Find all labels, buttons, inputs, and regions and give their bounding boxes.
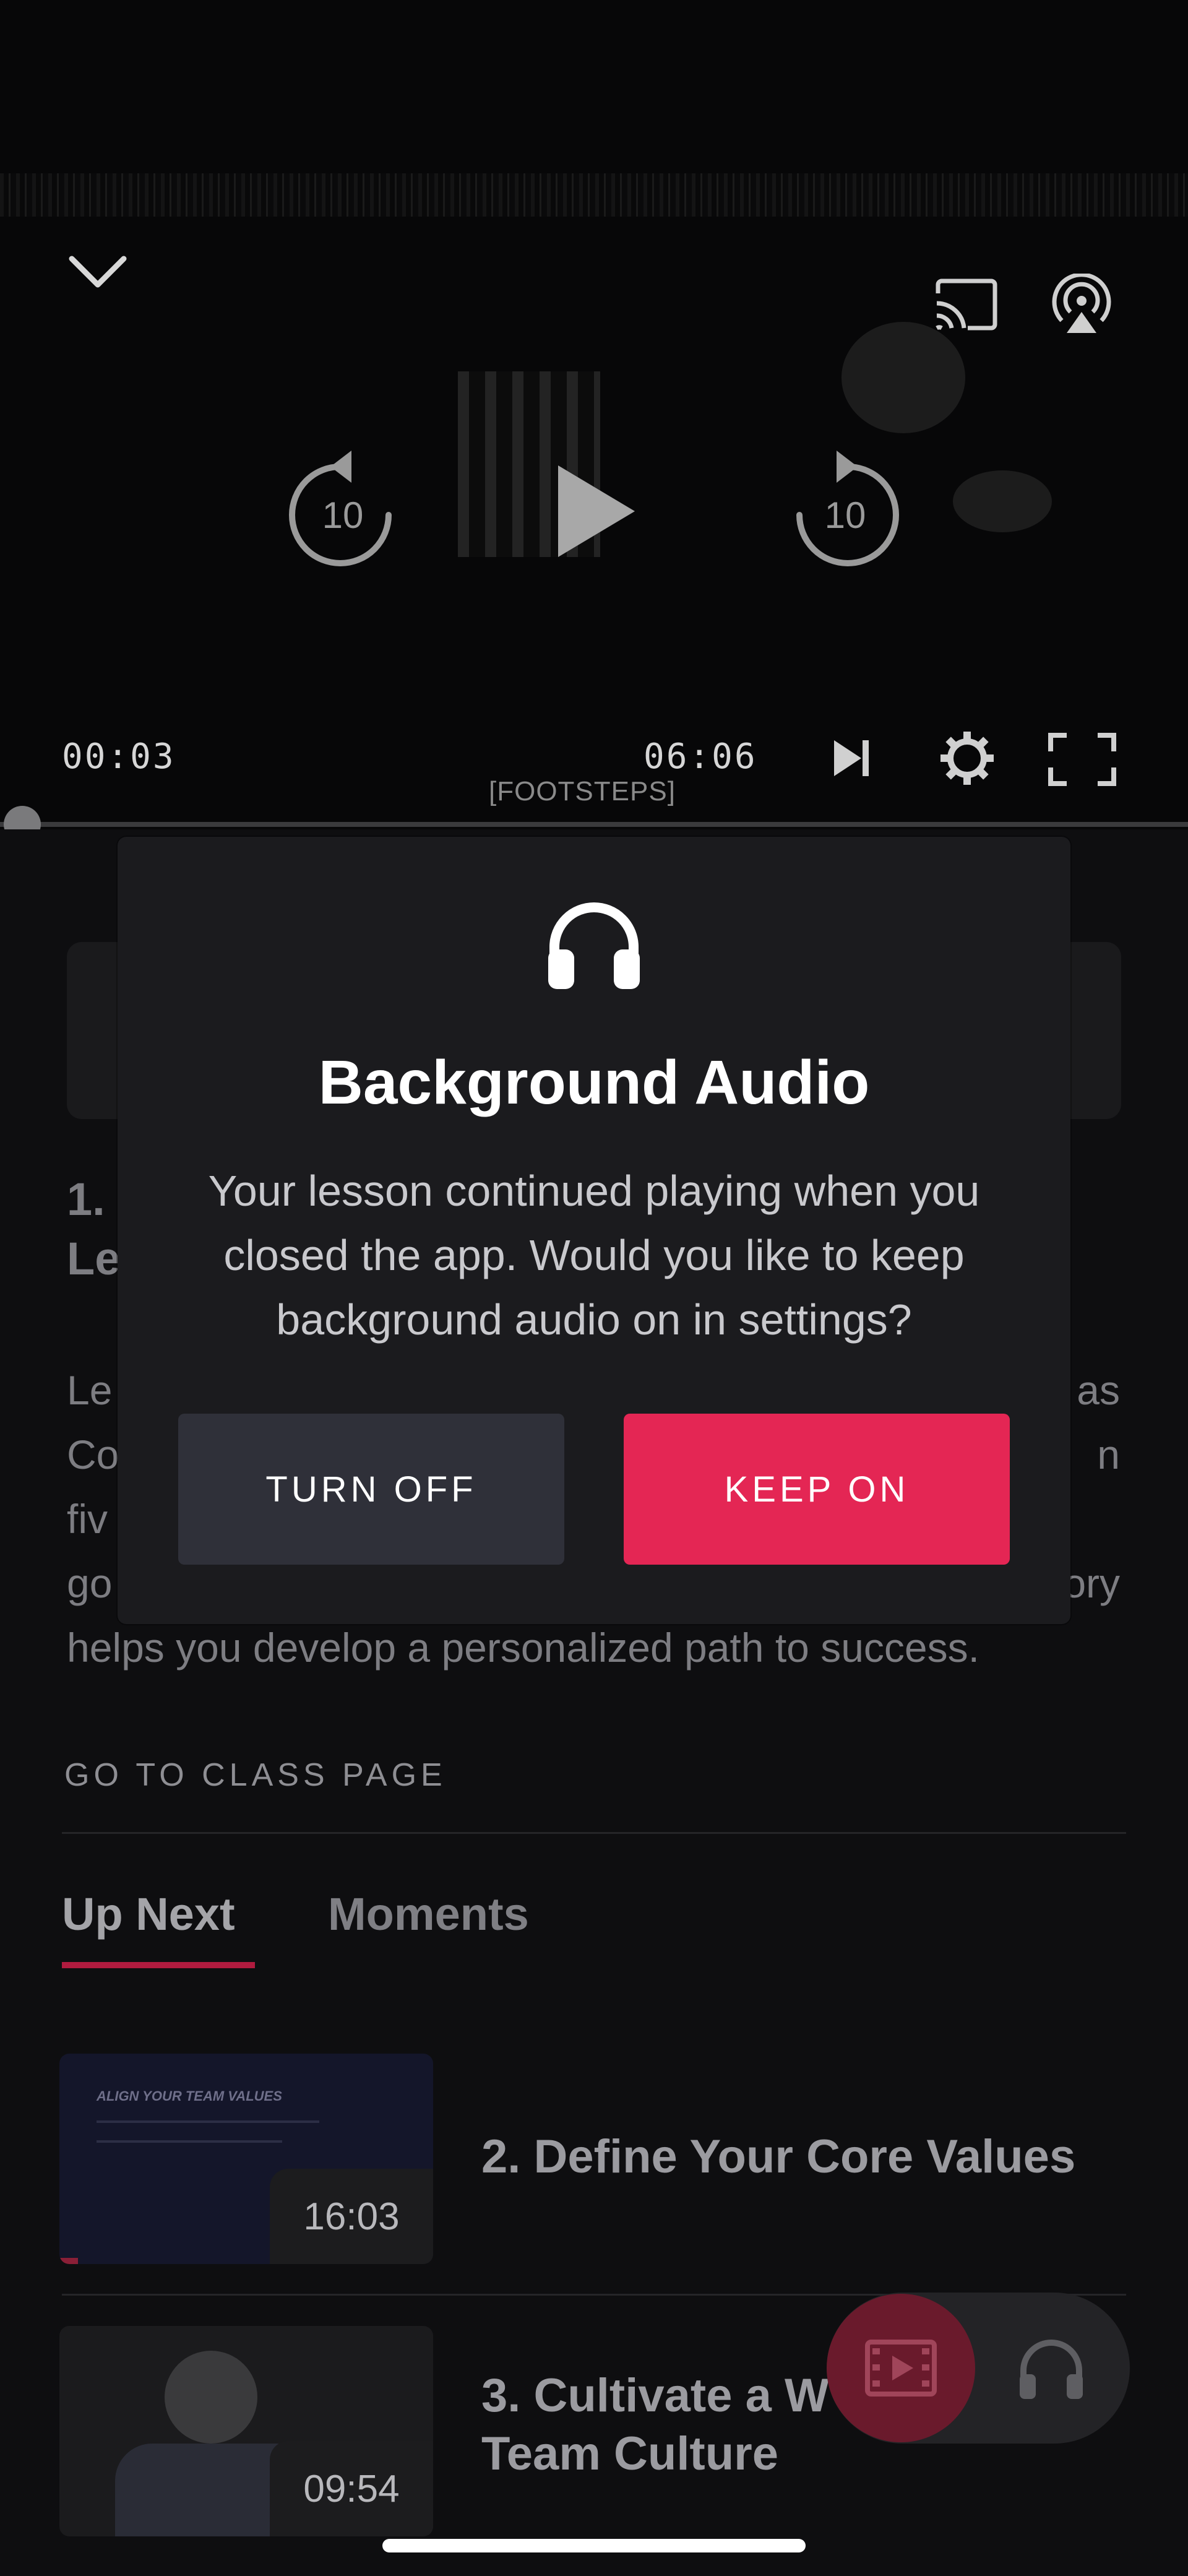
video-thumbnail: ALIGN YOUR TEAM VALUES 16:03 (59, 2054, 433, 2264)
lesson-heading-line: Le (67, 1233, 121, 1284)
list-item[interactable]: ALIGN YOUR TEAM VALUES 16:03 2. Define Y… (59, 2054, 1126, 2264)
description-line-end: n (1097, 1432, 1120, 1477)
settings-gear-icon[interactable] (939, 730, 995, 786)
cast-icon[interactable] (932, 276, 1001, 333)
duration-badge: 09:54 (270, 2441, 433, 2536)
background-audio-dialog: Background Audio Your lesson continued p… (118, 837, 1070, 1624)
item-title-line: 3. Cultivate a W (481, 2369, 829, 2422)
thumbnail-person-head (165, 2351, 257, 2444)
thumbnail-line (97, 2140, 282, 2143)
video-film-icon (865, 2340, 937, 2397)
video-frame-shape (842, 322, 965, 433)
current-time: 00:03 (62, 737, 176, 777)
tab-up-next[interactable]: Up Next (62, 1888, 235, 1940)
video-mode-button[interactable] (827, 2294, 975, 2442)
item-title-line: Team Culture (481, 2427, 779, 2480)
lesson-description-overflow: as n (1070, 1358, 1120, 1551)
go-to-class-link[interactable]: GO TO CLASS PAGE (64, 1757, 447, 1794)
lesson-heading-line: 1. (67, 1173, 105, 1225)
tab-moments[interactable]: Moments (328, 1888, 529, 1940)
home-indicator (382, 2539, 806, 2552)
total-time: 06:06 (644, 737, 757, 777)
fullscreen-icon[interactable] (1048, 733, 1116, 786)
lesson-heading: 1. Le (67, 1170, 120, 1289)
description-line-end (1070, 1487, 1120, 1551)
thumbnail-line (97, 2120, 319, 2123)
item-title: 3. Cultivate a W Team Culture (481, 2367, 829, 2483)
skip-next-icon[interactable] (832, 738, 871, 779)
thumbnail-heading: ALIGN YOUR TEAM VALUES (97, 2088, 282, 2104)
dialog-message: Your lesson continued playing when you c… (208, 1167, 980, 1344)
video-player[interactable]: 10 10 00:03 06:06 [FOOTSTEPS] (0, 0, 1188, 829)
rewind-seconds-label: 10 (322, 495, 364, 536)
chevron-down-icon[interactable] (68, 254, 127, 291)
item-title: 2. Define Your Core Values (481, 2130, 1076, 2183)
play-icon[interactable] (554, 462, 639, 561)
turn-off-button[interactable]: TURN OFF (178, 1414, 564, 1565)
duration-badge: 16:03 (270, 2169, 433, 2264)
divider (62, 1832, 1126, 1834)
progress-scrubber[interactable] (4, 806, 41, 829)
headphones-icon (548, 902, 640, 989)
forward-seconds-label: 10 (824, 495, 866, 536)
rewind-10-button[interactable]: 10 (287, 444, 398, 568)
description-line-end: as (1077, 1367, 1120, 1413)
caption-text: [FOOTSTEPS] (489, 776, 676, 806)
airplay-icon[interactable] (1052, 274, 1111, 335)
description-line: helps you develop a personalized path to… (67, 1625, 979, 1671)
keep-on-button[interactable]: KEEP ON (624, 1414, 1010, 1565)
active-tab-indicator (62, 1962, 255, 1968)
audio-mode-headphones-icon[interactable] (1017, 2338, 1085, 2400)
video-frame-shape (953, 470, 1052, 532)
video-frame-texture (0, 173, 1188, 217)
video-thumbnail: 09:54 (59, 2326, 433, 2536)
dialog-title: Background Audio (318, 1048, 870, 1117)
watch-progress (59, 2258, 78, 2264)
progress-bar[interactable] (0, 822, 1188, 827)
forward-10-button[interactable]: 10 (790, 444, 901, 568)
